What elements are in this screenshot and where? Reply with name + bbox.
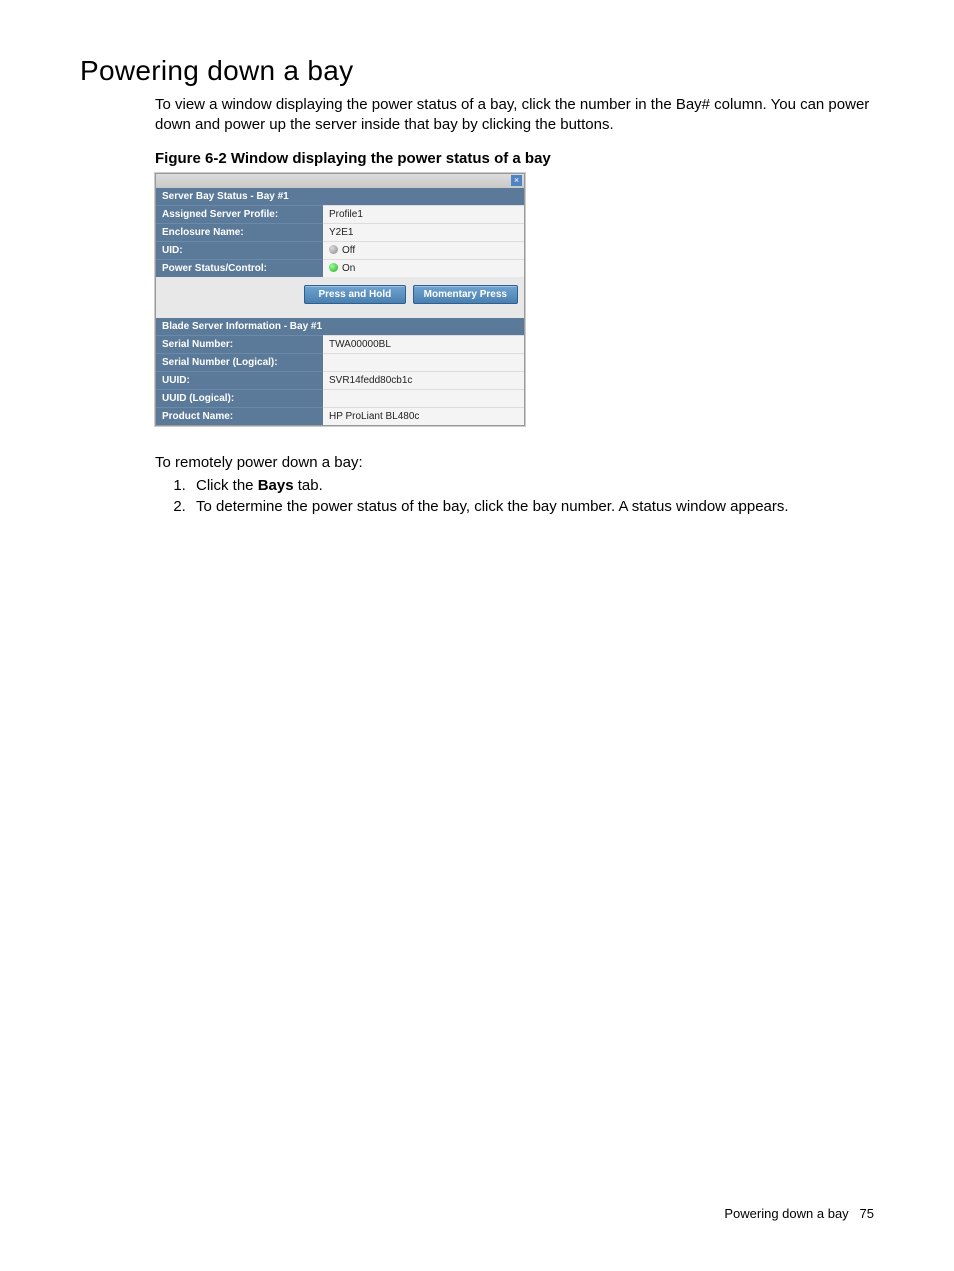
value-power-status: On [323, 259, 524, 277]
led-green-icon [329, 263, 338, 272]
value-uuid: SVR14fedd80cb1c [323, 371, 524, 389]
dialog-titlebar: × [156, 174, 524, 188]
step1-part-c: tab. [294, 477, 323, 494]
page-footer: Powering down a bay 75 [724, 1206, 874, 1221]
footer-page-number: 75 [860, 1206, 874, 1221]
procedure-steps: Click the Bays tab. To determine the pow… [80, 477, 874, 515]
step-1: Click the Bays tab. [190, 477, 874, 494]
value-product: HP ProLiant BL480c [323, 407, 524, 425]
label-enclosure-name: Enclosure Name: [156, 223, 323, 241]
label-power-status: Power Status/Control: [156, 259, 323, 277]
press-and-hold-button[interactable]: Press and Hold [304, 285, 406, 304]
value-serial-logical [323, 353, 524, 371]
value-assigned-profile: Profile1 [323, 205, 524, 223]
intro-paragraph: To view a window displaying the power st… [80, 95, 874, 136]
footer-title: Powering down a bay [724, 1206, 848, 1221]
close-icon[interactable]: × [511, 175, 522, 186]
page-title: Powering down a bay [80, 55, 874, 87]
section-header-server-bay-status: Server Bay Status - Bay #1 [156, 188, 524, 205]
label-serial-logical: Serial Number (Logical): [156, 353, 323, 371]
value-uuid-logical [323, 389, 524, 407]
momentary-press-button[interactable]: Momentary Press [413, 285, 518, 304]
value-uid: Off [323, 241, 524, 259]
figure-caption: Figure 6-2 Window displaying the power s… [80, 150, 874, 167]
label-uid: UID: [156, 241, 323, 259]
step1-part-a: Click the [196, 477, 258, 494]
status-table: Assigned Server Profile: Profile1 Enclos… [156, 205, 524, 277]
label-assigned-profile: Assigned Server Profile: [156, 205, 323, 223]
label-serial: Serial Number: [156, 335, 323, 353]
blade-info-table: Serial Number: TWA00000BL Serial Number … [156, 335, 524, 425]
label-uuid: UUID: [156, 371, 323, 389]
step-2: To determine the power status of the bay… [190, 498, 874, 515]
section-header-blade-info: Blade Server Information - Bay #1 [156, 318, 524, 335]
button-row: Press and Hold Momentary Press [156, 277, 524, 318]
step1-bold: Bays [258, 477, 294, 494]
label-uuid-logical: UUID (Logical): [156, 389, 323, 407]
power-status-text: On [342, 263, 355, 274]
value-serial: TWA00000BL [323, 335, 524, 353]
value-enclosure-name: Y2E1 [323, 223, 524, 241]
uid-text: Off [342, 245, 355, 256]
label-product: Product Name: [156, 407, 323, 425]
led-grey-icon [329, 245, 338, 254]
status-dialog: × Server Bay Status - Bay #1 Assigned Se… [155, 173, 525, 426]
procedure-intro: To remotely power down a bay: [80, 454, 874, 471]
